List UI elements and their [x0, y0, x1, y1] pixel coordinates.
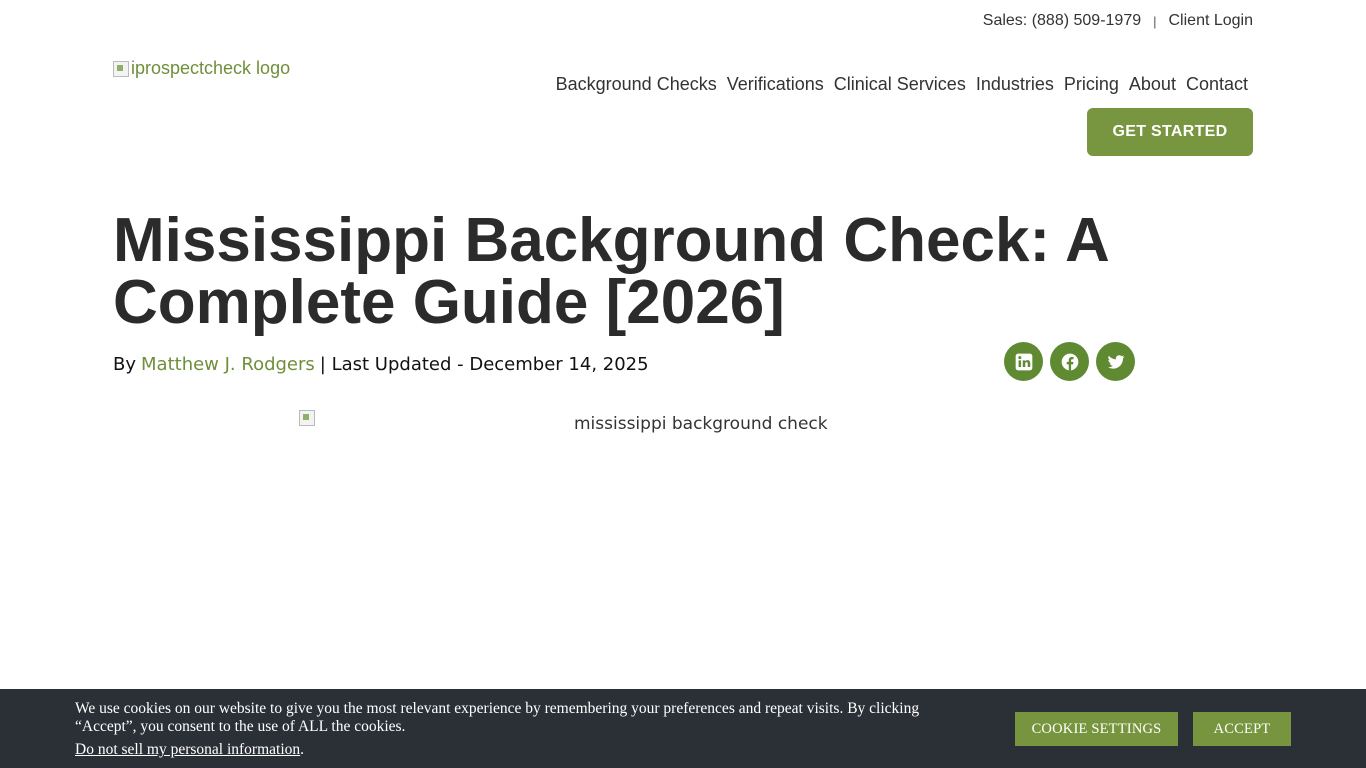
- cookie-message: We use cookies on our website to give yo…: [75, 700, 920, 735]
- byline-prefix: By: [113, 354, 137, 375]
- broken-image-icon: [113, 60, 129, 77]
- share-twitter-button[interactable]: [1096, 342, 1135, 381]
- nav-verifications[interactable]: Verifications: [727, 74, 824, 95]
- last-updated: | Last Updated - December 14, 2025: [319, 354, 649, 375]
- nav-contact[interactable]: Contact: [1186, 74, 1248, 95]
- main-nav: Background Checks Verifications Clinical…: [556, 74, 1248, 95]
- nav-background-checks[interactable]: Background Checks: [556, 74, 717, 95]
- nav-industries[interactable]: Industries: [976, 74, 1054, 95]
- sales-phone-link[interactable]: Sales: (888) 509-1979: [983, 12, 1141, 30]
- cookie-accept-button[interactable]: ACCEPT: [1193, 712, 1291, 746]
- do-not-sell-link[interactable]: Do not sell my personal information: [75, 741, 300, 758]
- twitter-icon: [1107, 354, 1125, 369]
- nav-pricing[interactable]: Pricing: [1064, 74, 1119, 95]
- nav-clinical-services[interactable]: Clinical Services: [834, 74, 966, 95]
- hero-image: mississippi background check: [299, 410, 828, 434]
- linkedin-icon: [1015, 353, 1032, 370]
- facebook-icon: [1061, 353, 1078, 370]
- share-facebook-button[interactable]: [1050, 342, 1089, 381]
- nav-about[interactable]: About: [1129, 74, 1176, 95]
- cookie-banner: We use cookies on our website to give yo…: [0, 689, 1366, 768]
- hero-alt-text: mississippi background check: [574, 414, 828, 434]
- client-login-link[interactable]: Client Login: [1169, 12, 1254, 30]
- share-linkedin-button[interactable]: [1004, 342, 1043, 381]
- broken-image-icon: [299, 410, 315, 426]
- get-started-button[interactable]: GET STARTED: [1087, 108, 1253, 156]
- cookie-settings-button[interactable]: COOKIE SETTINGS: [1015, 712, 1178, 746]
- page-title: Mississippi Background Check: A Complete…: [113, 206, 1108, 337]
- byline: By Matthew J. Rodgers | Last Updated - D…: [113, 354, 649, 375]
- site-logo[interactable]: iprospectcheck logo: [113, 58, 290, 79]
- logo-alt-text: iprospectcheck logo: [131, 58, 291, 78]
- top-bar: Sales: (888) 509-1979 | Client Login: [983, 12, 1253, 30]
- do-not-sell-row: Do not sell my personal information.: [75, 741, 304, 759]
- top-bar-separator: |: [1153, 13, 1157, 29]
- social-share: [1004, 342, 1135, 381]
- do-not-sell-suffix: .: [300, 741, 305, 758]
- author-link[interactable]: Matthew J. Rodgers: [141, 354, 315, 375]
